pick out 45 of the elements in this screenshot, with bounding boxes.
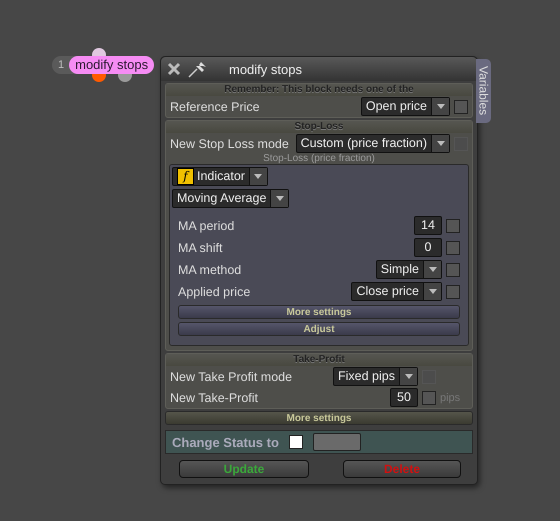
number-input[interactable]: 14 [414, 216, 442, 235]
close-icon[interactable] [167, 62, 181, 76]
node-chip[interactable]: 1 modify stops [52, 56, 154, 74]
field-label: Reference Price [170, 100, 261, 114]
sub-heading: Stop-Loss (price fraction) [262, 154, 376, 164]
checkbox[interactable] [422, 390, 436, 404]
caret-icon [428, 267, 436, 272]
checkbox[interactable] [446, 262, 460, 276]
field-label: New Stop Loss mode [170, 136, 290, 150]
caret-icon [428, 289, 436, 294]
checkbox[interactable] [446, 240, 460, 254]
param-dropdown[interactable]: Close price [351, 282, 442, 301]
mode-dropdown[interactable]: Fixed pips [333, 367, 418, 386]
reference-dropdown[interactable]: Open price [360, 97, 450, 116]
more-settings-button[interactable]: More settings [165, 411, 473, 425]
checkbox[interactable] [446, 284, 460, 298]
panel-button[interactable]: More settings [178, 305, 460, 319]
node-number: 1 [57, 59, 66, 71]
checkbox[interactable] [446, 218, 460, 232]
field-label: New Take Profit mode [170, 370, 294, 384]
param-dropdown[interactable]: Simple [376, 260, 442, 279]
number-input[interactable]: 50 [390, 388, 418, 407]
caret-icon [276, 196, 284, 201]
mode-dropdown[interactable]: Custom (price fraction) [296, 134, 450, 153]
checkbox[interactable] [288, 435, 303, 449]
node-label: modify stops [69, 56, 154, 74]
caret-icon [436, 104, 444, 109]
caret-icon [436, 141, 444, 146]
param-label: Applied price [178, 284, 252, 298]
number-input[interactable]: 0 [414, 238, 442, 257]
param-label: MA period [178, 218, 236, 232]
variables-tab[interactable]: Variables [476, 59, 491, 123]
source-dropdown[interactable]: f Indicator [172, 167, 268, 186]
panel-button[interactable]: Adjust [178, 322, 460, 336]
caret-icon [404, 374, 412, 379]
status-field[interactable] [312, 433, 361, 451]
indicator-dropdown[interactable]: Moving Average [172, 189, 290, 208]
field-label: New Take-Profit [170, 390, 259, 404]
window-title: modify stops [229, 62, 302, 76]
caret-icon [254, 174, 262, 179]
function-icon: f [177, 168, 194, 185]
checkbox[interactable] [454, 100, 468, 114]
param-label: MA method [178, 262, 242, 276]
status-label: Change Status to [172, 434, 279, 450]
param-label: MA shift [178, 240, 224, 254]
